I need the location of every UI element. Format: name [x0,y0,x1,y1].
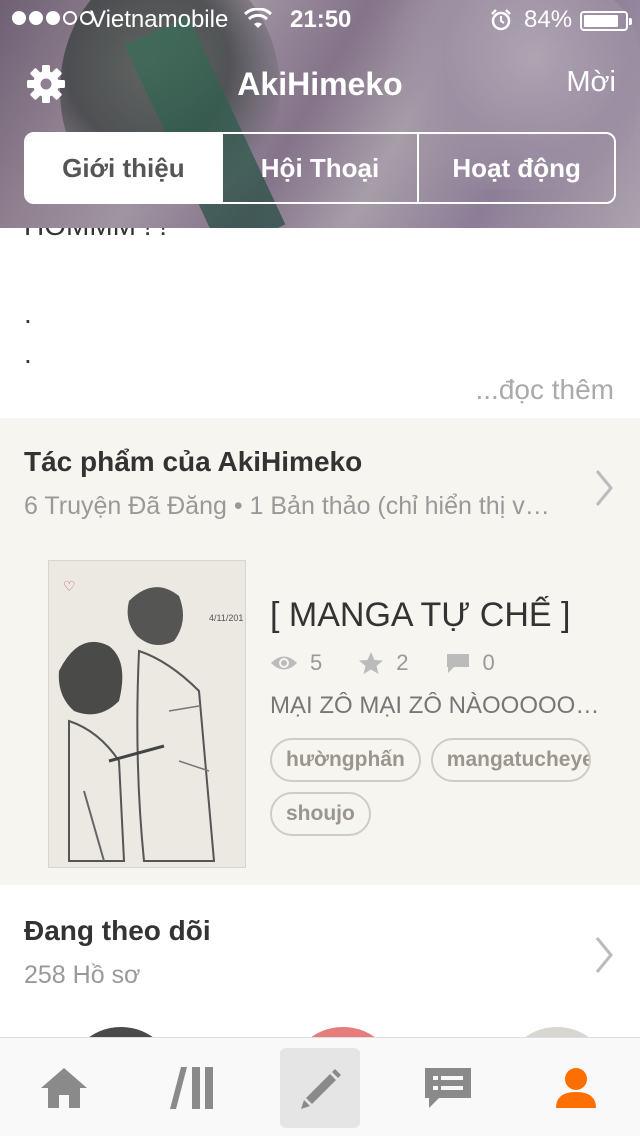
tag-chip[interactable]: hườngphấn [270,738,421,782]
tab-conversations[interactable]: Hội Thoại [220,134,418,202]
carrier-name: Vietnamobile [90,6,229,33]
bio-line: . [24,298,32,329]
tag-chip[interactable]: mangatucheyeah [430,738,591,782]
works-heading[interactable]: Tác phẩm của AkiHimeko [24,446,362,478]
bio-text: HOMMM ! ! [24,228,167,242]
star-icon [359,652,384,674]
tab-activity[interactable]: Hoạt động [417,134,614,202]
vote-count: 2 [396,650,409,675]
wifi-icon [244,8,272,28]
clock: 21:50 [290,6,352,33]
tab-messages[interactable] [408,1048,488,1128]
messages-icon [425,1068,471,1108]
following-section: Đang theo dõi 258 Hồ sơ [0,885,640,1037]
invite-button[interactable]: Mời [566,66,616,99]
tab-home[interactable] [24,1048,104,1128]
svg-text:♡: ♡ [63,578,76,594]
battery-icon [580,11,632,31]
comment-icon [446,654,469,673]
story-title[interactable]: [ MANGA TỰ CHẾ ] [270,596,600,635]
avatar[interactable] [502,1027,612,1037]
tab-library[interactable] [152,1048,232,1128]
library-icon [170,1067,213,1109]
chevron-right-icon[interactable] [594,468,614,508]
read-more-link[interactable]: ...đọc thêm [475,374,614,406]
page-title: AkiHimeko [237,66,403,102]
bio-section: HOMMM ! ! . . ...đọc thêm [0,228,640,418]
chevron-right-icon[interactable] [594,935,614,975]
profile-header: Vietnamobile 21:50 84% AkiHimeko Mời Giớ… [0,0,640,228]
eye-icon [271,656,297,670]
bio-line: . [24,338,32,369]
tag-chip[interactable]: shoujo [270,792,371,836]
svg-text:4/11/201: 4/11/201 [209,613,243,623]
battery-percent: 84% [524,6,573,33]
profile-tabs: Giới thiệu Hội Thoại Hoạt động [24,132,616,204]
home-icon [41,1068,87,1108]
following-heading[interactable]: Đang theo dõi [24,915,211,947]
avatar[interactable] [288,1027,398,1037]
tab-about[interactable]: Giới thiệu [26,134,221,202]
tab-write[interactable] [280,1048,360,1128]
following-count: 258 Hồ sơ [24,961,141,989]
works-section: Tác phẩm của AkiHimeko 6 Truyện Đã Đăng … [0,418,640,885]
works-count: 6 Truyện Đã Đăng • 1 Bản thảo (chỉ hiển … [24,492,554,520]
story-cover-image[interactable]: 4/11/201 ♡ [48,560,246,868]
comment-count: 0 [482,650,495,675]
story-tags: hườngphấn mangatucheyeah shoujo [270,738,620,836]
alarm-icon [491,9,511,31]
signal-strength-icon [12,11,94,25]
pencil-icon [301,1069,341,1109]
story-description: MẠI ZÔ MẠI ZÔ NÀOOOOOOO [270,692,600,719]
tab-profile[interactable] [536,1048,616,1128]
status-bar: Vietnamobile 21:50 84% [0,0,640,40]
profile-icon [556,1068,596,1108]
avatar[interactable] [66,1027,176,1037]
story-stats: 5 2 0 [270,650,531,676]
bottom-tab-bar [0,1037,640,1136]
view-count: 5 [310,650,323,675]
